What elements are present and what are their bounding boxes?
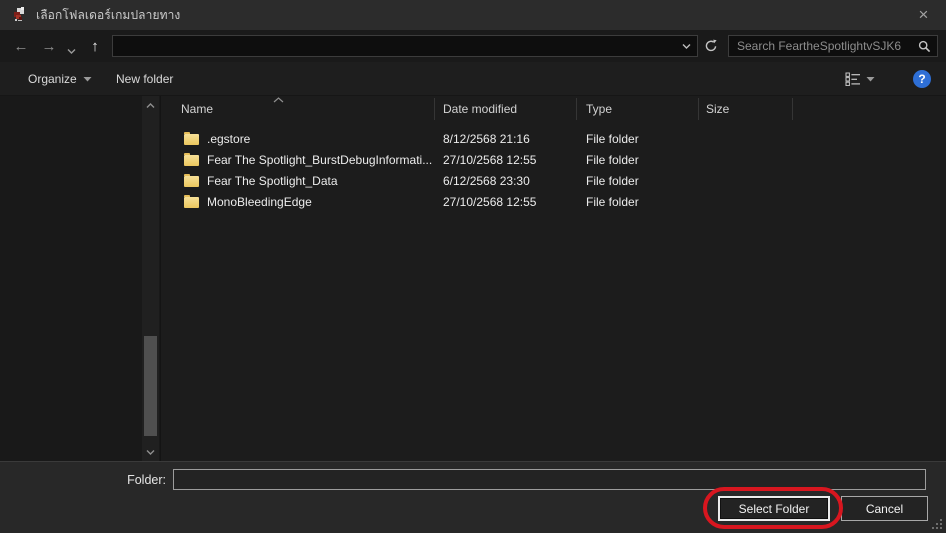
file-date: 27/10/2568 12:55 — [443, 191, 536, 212]
command-toolbar: Organize New folder ? — [0, 62, 946, 96]
navigation-pane — [0, 96, 160, 461]
column-divider[interactable] — [698, 98, 699, 120]
file-rows: .egstore 8/12/2568 21:16 File folder Fea… — [161, 128, 946, 212]
scroll-down-icon[interactable] — [142, 444, 159, 459]
window-title: เลือกโฟลเดอร์เกมปลายทาง — [36, 6, 180, 25]
table-row[interactable]: .egstore 8/12/2568 21:16 File folder — [161, 128, 946, 149]
column-divider[interactable] — [434, 98, 435, 120]
help-button[interactable]: ? — [913, 70, 931, 88]
file-name: .egstore — [207, 128, 435, 149]
folder-label: Folder: — [100, 473, 166, 487]
forward-button[interactable]: → — [36, 34, 62, 58]
file-date: 27/10/2568 12:55 — [443, 149, 536, 170]
folder-icon — [184, 170, 199, 191]
column-divider[interactable] — [576, 98, 577, 120]
folder-icon — [184, 149, 199, 170]
recent-locations-chevron-icon[interactable] — [63, 39, 79, 63]
resize-grip[interactable] — [931, 518, 943, 530]
column-header-date-modified[interactable]: Date modified — [443, 96, 517, 122]
address-input[interactable] — [113, 39, 675, 53]
folder-name-input[interactable] — [173, 469, 926, 490]
column-divider[interactable] — [792, 98, 793, 120]
scroll-up-icon[interactable] — [142, 98, 159, 113]
new-folder-label: New folder — [116, 72, 173, 86]
organize-label: Organize — [28, 72, 77, 86]
file-name: Fear The Spotlight_Data — [207, 170, 435, 191]
navigation-bar: ← → ↑ — [0, 30, 946, 62]
table-row[interactable]: Fear The Spotlight_BurstDebugInformati..… — [161, 149, 946, 170]
file-type: File folder — [586, 170, 639, 191]
folder-icon — [184, 128, 199, 149]
back-button[interactable]: ← — [8, 34, 34, 58]
search-box[interactable] — [728, 35, 938, 57]
column-header-name[interactable]: Name — [181, 96, 213, 122]
column-header-size[interactable]: Size — [706, 96, 729, 122]
chevron-down-icon — [866, 76, 875, 82]
file-name: MonoBleedingEdge — [207, 191, 435, 212]
file-type: File folder — [586, 191, 639, 212]
cancel-button[interactable]: Cancel — [841, 496, 928, 521]
file-list: Name Date modified Type Size .egstore 8/… — [160, 96, 946, 461]
sidebar-scrollbar[interactable] — [142, 96, 159, 461]
close-icon[interactable]: × — [901, 0, 946, 30]
address-dropdown-chevron-icon[interactable] — [675, 43, 697, 49]
view-options-button[interactable] — [845, 62, 875, 96]
dialog-footer: Folder: Select Folder Cancel — [0, 461, 946, 533]
app-game-icon — [11, 7, 27, 23]
chevron-down-icon — [83, 76, 92, 82]
select-folder-button[interactable]: Select Folder — [718, 496, 830, 521]
column-headers: Name Date modified Type Size — [161, 96, 946, 122]
refresh-icon[interactable] — [700, 35, 722, 57]
main-area: Name Date modified Type Size .egstore 8/… — [0, 96, 946, 461]
file-name: Fear The Spotlight_BurstDebugInformati..… — [207, 149, 435, 170]
file-type: File folder — [586, 128, 639, 149]
column-header-type[interactable]: Type — [586, 96, 612, 122]
file-date: 8/12/2568 21:16 — [443, 128, 530, 149]
search-icon[interactable] — [911, 40, 937, 53]
table-row[interactable]: MonoBleedingEdge 27/10/2568 12:55 File f… — [161, 191, 946, 212]
file-type: File folder — [586, 149, 639, 170]
up-button[interactable]: ↑ — [82, 34, 108, 58]
title-bar: เลือกโฟลเดอร์เกมปลายทาง × — [0, 0, 946, 30]
list-view-icon — [845, 72, 862, 86]
new-folder-button[interactable]: New folder — [116, 62, 173, 96]
file-date: 6/12/2568 23:30 — [443, 170, 530, 191]
folder-picker-dialog: เลือกโฟลเดอร์เกมปลายทาง × ← → ↑ — [0, 0, 946, 533]
scrollbar-thumb[interactable] — [144, 336, 157, 436]
search-input[interactable] — [729, 39, 911, 53]
table-row[interactable]: Fear The Spotlight_Data 6/12/2568 23:30 … — [161, 170, 946, 191]
address-bar[interactable] — [112, 35, 698, 57]
organize-button[interactable]: Organize — [28, 62, 92, 96]
sort-ascending-icon — [273, 97, 284, 103]
folder-icon — [184, 191, 199, 212]
